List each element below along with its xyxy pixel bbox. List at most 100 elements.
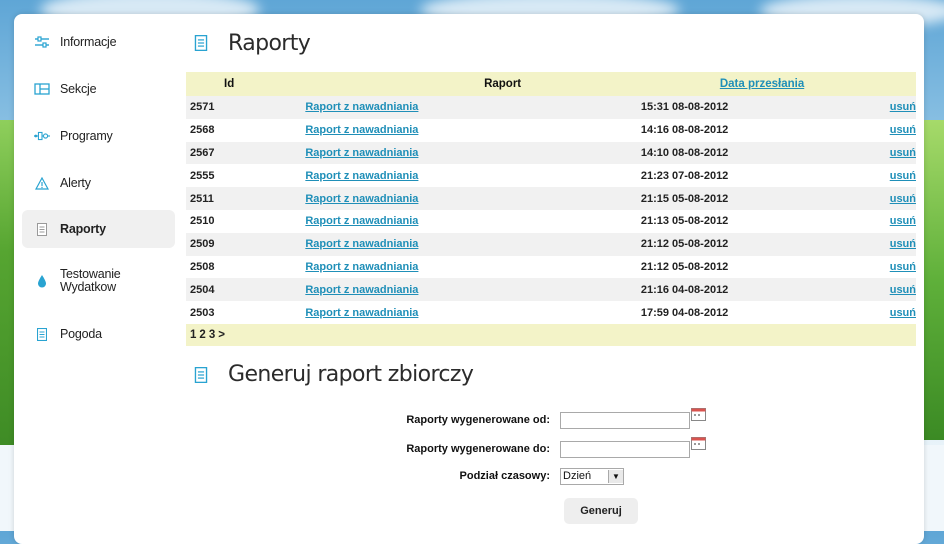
sidebar-item-label: Pogoda [60,326,102,341]
calendar-icon[interactable] [691,436,706,450]
cell-id: 2511 [186,187,306,210]
report-link[interactable]: Raport z nawadniania [305,193,418,205]
table-row: 2568 Raport z nawadniania 14:16 08-08-2012… [186,118,916,142]
delete-link[interactable]: usuń [890,101,916,113]
table-row: 2555 Raport z nawadniania 21:23 07-08-2012… [186,164,916,188]
water-drop-icon [34,273,50,289]
cell-action: usuń [889,301,916,324]
generate-header: Generuj raport zbiorczy [186,360,916,390]
cell-id: 2510 [186,209,306,233]
cell-id: 2504 [186,278,306,302]
table-row: 2571 Raport z nawadniania 15:31 08-08-2012… [186,96,916,119]
warning-icon [34,175,50,191]
cell-action: usuń [889,187,916,210]
report-link[interactable]: Raport z nawadniania [305,261,418,273]
delete-link[interactable]: usuń [890,284,916,296]
sidebar-item-alerty[interactable]: Alerty [22,163,175,203]
report-link[interactable]: Raport z nawadniania [305,124,418,136]
cell-date: 21:15 05-08-2012 [640,187,890,210]
delete-link[interactable]: usuń [890,170,916,182]
calendar-icon[interactable] [691,407,706,421]
sidebar-item-label: Alerty [60,175,91,190]
sidebar-item-pogoda[interactable]: Pogoda [22,314,175,354]
cell-id: 2568 [186,118,306,142]
date-from-input[interactable] [560,411,690,429]
cell-action: usuń [889,141,916,165]
cell-action: usuń [889,118,916,142]
table-header-row: Id Raport Data przesłania [186,72,916,96]
column-header-date[interactable]: Data przesłania [640,72,916,96]
cell-report: Raport z nawadniania [305,96,641,119]
cell-report: Raport z nawadniania [305,141,641,165]
page-link-3[interactable]: 3 [209,329,215,341]
summary-report-form: Raporty wygenerowane od: Raporty wygener… [186,400,916,530]
cell-date: 14:16 08-08-2012 [640,118,890,142]
column-header-id: Id [186,72,306,96]
cell-report: Raport z nawadniania [305,209,641,233]
report-link[interactable]: Raport z nawadniania [305,307,418,319]
sidebar-item-raporty[interactable]: Raporty [22,210,175,248]
table-row: 2510 Raport z nawadniania 21:13 05-08-2012… [186,209,916,233]
report-title-icon [194,366,208,383]
pagination-row: 1 2 3 > [186,323,916,346]
content-panel: Informacje Sekcje Programy Alerty Raport… [14,14,924,544]
table-row: 2509 Raport z nawadniania 21:12 05-08-2012… [186,232,916,256]
report-link[interactable]: Raport z nawadniania [305,170,418,182]
main-content: Raporty Id Raport Data przesłania 2571 Ra… [186,14,916,530]
delete-link[interactable]: usuń [890,124,916,136]
sidebar-item-label: Sekcje [60,81,97,96]
report-link[interactable]: Raport z nawadniania [305,215,418,227]
sidebar-item-label: Raporty [60,221,106,236]
sidebar-item-label: Testowanie Wydatkow [60,267,121,294]
cell-report: Raport z nawadniania [305,187,641,210]
cell-date: 21:12 05-08-2012 [640,232,890,256]
sidebar-item-programy[interactable]: Programy [22,116,175,156]
reports-table: Id Raport Data przesłania 2571 Raport z n… [186,72,916,346]
report-link[interactable]: Raport z nawadniania [305,147,418,159]
date-from-label: Raporty wygenerowane od: [406,414,550,427]
cell-report: Raport z nawadniania [305,232,641,256]
sidebar-item-label: Informacje [60,34,117,49]
sidebar-item-sekcje[interactable]: Sekcje [22,69,175,109]
section-title: Generuj raport zbiorczy [228,362,474,388]
cell-report: Raport z nawadniania [305,301,641,324]
generate-button[interactable]: Generuj [564,497,638,524]
sidebar-item-testowanie-wydatkow[interactable]: Testowanie Wydatkow [22,255,175,307]
chevron-down-icon: ▼ [608,469,623,483]
sidebar-nav: Informacje Sekcje Programy Alerty Raport… [22,22,175,361]
page-next-link[interactable]: > [218,329,225,341]
delete-link[interactable]: usuń [890,147,916,159]
report-link[interactable]: Raport z nawadniania [305,284,418,296]
delete-link[interactable]: usuń [890,215,916,227]
cell-date: 14:10 08-08-2012 [640,141,890,165]
cell-id: 2509 [186,232,306,256]
cell-id: 2567 [186,141,306,165]
sections-icon [34,81,50,97]
report-title-icon [194,35,208,51]
page-link-2[interactable]: 2 [199,329,205,341]
delete-link[interactable]: usuń [890,307,916,319]
delete-link[interactable]: usuń [890,261,916,273]
table-row: 2503 Raport z nawadniania 17:59 04-08-2012… [186,301,916,324]
time-split-label: Podział czasowy: [459,470,550,483]
cell-action: usuń [889,164,916,188]
delete-link[interactable]: usuń [890,193,916,205]
time-split-value: Dzień [563,470,592,483]
sort-by-date-link[interactable]: Data przesłania [720,78,804,90]
report-link[interactable]: Raport z nawadniania [305,238,418,250]
cell-action: usuń [889,278,916,302]
page-link-1[interactable]: 1 [190,329,196,341]
report-link[interactable]: Raport z nawadniania [305,101,418,113]
cell-action: usuń [889,209,916,233]
cell-date: 21:16 04-08-2012 [640,278,890,302]
time-split-select[interactable]: Dzień ▼ [560,467,624,485]
cell-report: Raport z nawadniania [305,164,641,188]
cell-id: 2503 [186,301,306,324]
cell-action: usuń [889,96,916,119]
pagination: 1 2 3 > [186,323,916,346]
cell-date: 15:31 08-08-2012 [640,96,890,119]
delete-link[interactable]: usuń [890,238,916,250]
document-icon [34,326,50,342]
date-to-input[interactable] [560,440,690,458]
sidebar-item-informacje[interactable]: Informacje [22,22,175,62]
